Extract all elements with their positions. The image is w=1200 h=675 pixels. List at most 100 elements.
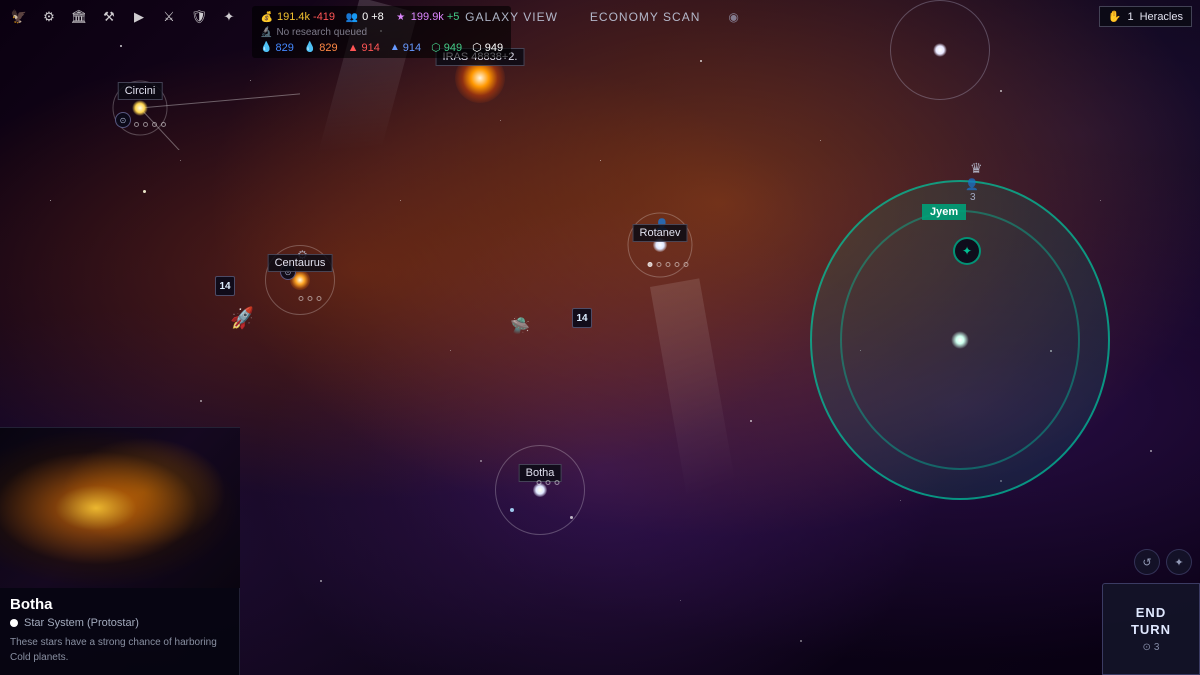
info-content: Botha Star System (Protostar) These star… — [0, 588, 239, 675]
orbit-dot — [666, 262, 671, 267]
circini-star — [132, 100, 148, 116]
turn-counter: ✋ 1 Heracles — [1099, 6, 1192, 27]
ship-unit-centaurus[interactable]: 🚀 — [229, 305, 256, 332]
jyem-label[interactable]: Jyem — [922, 204, 966, 220]
res-blue-1: 💧 829 — [260, 42, 294, 54]
botha-star — [533, 483, 547, 497]
drop-icon-1: 💧 — [260, 42, 272, 53]
no-research-text: No research queued — [276, 27, 367, 38]
game-canvas: Circini ⊙ 14 ⊙ ⚙ Centaurus 🚀 IRAS 48838+… — [0, 0, 1200, 675]
res-w6-val: 949 — [485, 42, 503, 54]
res-orange-2: 💧 829 — [304, 42, 338, 54]
pop-icon: 👥 — [345, 10, 359, 24]
science-delta: +5 — [447, 11, 460, 23]
rotanev-star — [653, 238, 667, 252]
info-type-row: Star System (Protostar) — [10, 617, 229, 629]
res-icon-3: ▲ — [348, 42, 359, 54]
res-white-6: ⬡ 949 — [472, 41, 503, 54]
pop-value: 0 +8 — [362, 11, 384, 23]
end-turn-label: ENDTURN — [1131, 605, 1171, 639]
icon-eagle[interactable]: 🦅 — [8, 6, 30, 28]
res-icon-4: ▲ — [390, 42, 400, 53]
orbit-dot — [152, 122, 157, 127]
icon-arrow[interactable]: ▶ — [128, 6, 150, 28]
economy-scan-btn[interactable]: ECONOMY SCAN — [586, 8, 704, 26]
res-r3-val: 914 — [362, 42, 380, 54]
orbit-dot — [555, 480, 560, 485]
circini-indicator: ⊙ — [115, 112, 131, 128]
orbit-dot — [684, 262, 689, 267]
icon-star-extra[interactable]: ✦ — [218, 6, 240, 28]
info-type-dot — [10, 619, 18, 627]
icon-shield[interactable]: 🛡 — [188, 6, 210, 28]
science-icon: ★ — [394, 10, 408, 24]
jyem-count: 3 — [970, 192, 976, 203]
top-icons: 🦅 ⚙ 🏛 ⚒ ▶ ⚔ 🛡 ✦ — [8, 6, 240, 28]
credits-value: 191.4k — [277, 11, 310, 23]
top-nav: GALAXY VIEW ECONOMY SCAN ◉ — [461, 8, 739, 26]
jyem-crown-icon: ♛ — [970, 160, 983, 177]
info-system-type: Star System (Protostar) — [24, 617, 139, 629]
economy-scan-icon-area: ◉ — [728, 8, 738, 26]
icon-sword[interactable]: ⚔ — [158, 6, 180, 28]
rotanev-orbit-dots — [648, 262, 689, 267]
jyem-star — [951, 331, 969, 349]
res-b4-val: 914 — [403, 42, 421, 54]
population-display: 👥 0 +8 — [345, 10, 384, 24]
science-value: 199.9k — [411, 11, 444, 23]
credits-delta: -419 — [313, 11, 335, 23]
galaxy-view-btn[interactable]: GALAXY VIEW — [461, 8, 562, 26]
orbit-dot — [537, 480, 542, 485]
orbit-dot — [675, 262, 680, 267]
heracles-name: Heracles — [1140, 11, 1183, 23]
res-g5-val: 949 — [444, 42, 462, 54]
circini-orbit-dots — [134, 122, 166, 127]
orbit-dot — [134, 122, 139, 127]
resource-row-3: 💧 829 💧 829 ▲ 914 ▲ 914 ⬡ 949 — [260, 41, 503, 54]
orbit-dot — [546, 480, 551, 485]
botha-orbit-dots — [537, 480, 560, 485]
icon-hammer[interactable]: ⚒ — [98, 6, 120, 28]
credits-display: 💰 191.4k -419 — [260, 10, 335, 24]
res-blue-4: ▲ 914 — [390, 42, 421, 54]
orbit-dot — [299, 296, 304, 301]
orbit-dot — [161, 122, 166, 127]
research-icon: 🔬 — [260, 27, 272, 38]
credits-icon: 💰 — [260, 10, 274, 24]
research-row: 🔬 No research queued — [260, 27, 503, 38]
end-turn-button[interactable]: ENDTURN ⊙ 3 — [1102, 583, 1200, 675]
info-panel: Botha Star System (Protostar) These star… — [0, 427, 240, 675]
unit-badge-centaurus: 14 — [215, 276, 235, 296]
res-red-3: ▲ 914 — [348, 42, 380, 54]
orbit-dot — [143, 122, 148, 127]
icon-building[interactable]: 🏛 — [68, 6, 90, 28]
science-display: ★ 199.9k +5 — [394, 10, 460, 24]
res-b1-val: 829 — [275, 42, 293, 54]
turn-number: ⊙ 3 — [1143, 642, 1160, 653]
heracles-count: 1 — [1127, 11, 1133, 23]
drop-icon-2: 💧 — [304, 42, 316, 53]
res-green-5: ⬡ 949 — [431, 41, 462, 54]
res-icon-6: ⬡ — [472, 41, 482, 54]
unit-badge-rotanev: 14 — [572, 308, 592, 328]
info-thumbnail — [0, 428, 240, 588]
info-description: These stars have a strong chance of harb… — [10, 635, 229, 665]
bottom-right-icons: ↺ ✦ — [1134, 549, 1192, 575]
scan-icon: ◉ — [728, 10, 738, 24]
map-zoom-icon[interactable]: ✦ — [1166, 549, 1192, 575]
heracles-hand-icon: ✋ — [1108, 10, 1122, 23]
heracles-badge[interactable]: ✋ 1 Heracles — [1099, 6, 1192, 27]
jyem-faction-icon: ✦ — [953, 237, 981, 265]
map-rotate-icon[interactable]: ↺ — [1134, 549, 1160, 575]
ship-unit-rotanev[interactable]: 🛸 — [510, 316, 530, 336]
info-system-name: Botha — [10, 596, 229, 613]
orbit-dot — [308, 296, 313, 301]
rotanev-person-icon: 👤 — [655, 218, 669, 231]
orbit-dot — [657, 262, 662, 267]
jyem-person-icon: 👤 — [965, 178, 979, 191]
icon-coins[interactable]: ⚙ — [38, 6, 60, 28]
turn-circle-icon: ⊙ — [1143, 642, 1151, 653]
orbit-dot — [648, 262, 653, 267]
res-o2-val: 829 — [319, 42, 337, 54]
res-icon-5: ⬡ — [431, 41, 441, 54]
